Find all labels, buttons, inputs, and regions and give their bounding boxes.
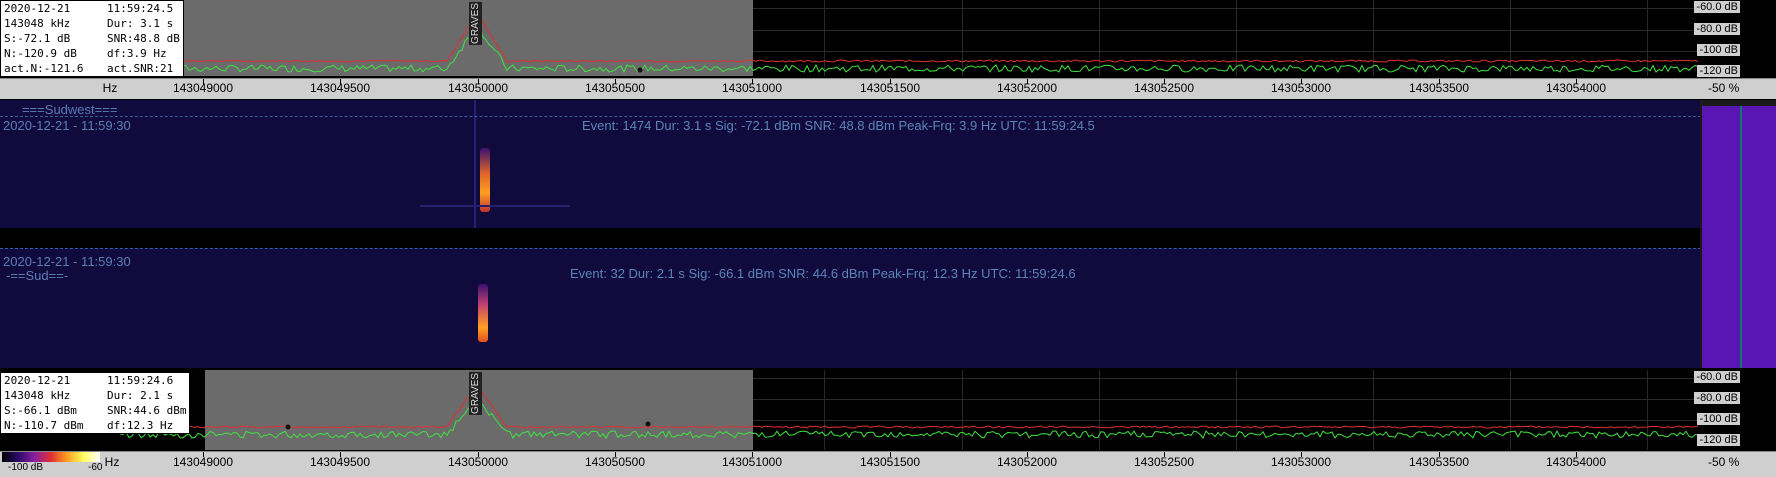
frequency-tick xyxy=(1576,452,1577,457)
frequency-tick-label: 143050000 xyxy=(447,455,509,469)
top-spectrum-trace xyxy=(119,12,1699,74)
frequency-tick-label: 143052500 xyxy=(1133,455,1195,469)
waterfall-timestamp: 2020-12-21 - 11:59:30 xyxy=(3,118,131,133)
frequency-tick xyxy=(752,79,753,84)
frequency-tick xyxy=(1301,452,1302,457)
frequency-tick xyxy=(1027,79,1028,84)
db-label: -120 dB xyxy=(1697,65,1740,77)
waterfall-station: -==Sud==- xyxy=(6,268,69,283)
top-spectrum-panel: GRAVES -60.0 dB -80.0 dB -100 dB -120 dB xyxy=(0,0,1776,77)
frequency-tick xyxy=(1439,79,1440,84)
frequency-tick xyxy=(478,452,479,457)
frequency-tick-label: 143052000 xyxy=(996,455,1058,469)
marker-dot xyxy=(285,424,291,430)
frequency-tick-label: 143053500 xyxy=(1408,455,1470,469)
event-summary: Event: 32 Dur: 2.1 s Sig: -66.1 dBm SNR:… xyxy=(570,266,1076,281)
bottom-frequency-scale: -100 dB -60 Hz 143049000 143049500 1430500… xyxy=(0,451,1776,477)
frequency-tick xyxy=(615,79,616,84)
bottom-info-box: 2020-12-21 11:59:24.6 143048 kHz Dur: 2.1 … xyxy=(0,372,191,434)
frequency-tick xyxy=(1301,79,1302,84)
top-frequency-scale: Hz 143049000 143049500 143050000 143050500 1… xyxy=(0,78,1776,99)
db-label: -80.0 dB xyxy=(1694,392,1740,404)
color-scale-bar xyxy=(2,452,100,462)
top-info-box: 2020-12-21 11:59:24.5 143048 kHz Dur: 3.1 … xyxy=(0,0,184,77)
unit-label: Hz xyxy=(104,455,120,469)
frequency-tick xyxy=(752,452,753,457)
level-side-strip xyxy=(1700,100,1776,368)
separator-line xyxy=(0,116,1776,117)
colorbar-min-label: -100 dB xyxy=(8,462,44,473)
marker-dot xyxy=(637,67,643,73)
frequency-tick xyxy=(1439,452,1440,457)
frequency-tick xyxy=(340,452,341,457)
event-summary: Event: 1474 Dur: 3.1 s Sig: -72.1 dBm SN… xyxy=(582,118,1095,133)
frequency-tick-label: 143051500 xyxy=(859,455,921,469)
graves-tag: GRAVES xyxy=(469,372,482,415)
frequency-tick xyxy=(1027,452,1028,457)
percent-label: -50 % xyxy=(1708,455,1740,469)
meteor-trace xyxy=(478,284,488,342)
frequency-tick-label: 143051000 xyxy=(721,455,783,469)
level-bar xyxy=(1702,106,1776,368)
faint-horizontal-band xyxy=(420,205,570,207)
colorbar-max-label: -60 xyxy=(88,462,103,473)
percent-label: -50 % xyxy=(1708,81,1740,95)
waterfall-station: ===Sudwest=== xyxy=(22,102,118,117)
bottom-spectrum-panel: GRAVES -60.0 dB -80.0 dB -100 dB -120 dB xyxy=(0,370,1776,450)
frequency-tick xyxy=(478,79,479,84)
frequency-tick-label: 143050500 xyxy=(584,455,646,469)
db-label: -120 dB xyxy=(1697,434,1740,446)
meteor-trace xyxy=(480,148,490,212)
frequency-tick-label: 143054000 xyxy=(1545,455,1607,469)
db-label: -80.0 dB xyxy=(1694,23,1740,35)
db-label: -60.0 dB xyxy=(1694,1,1740,13)
graves-tag: GRAVES xyxy=(469,2,482,45)
frequency-tick xyxy=(1576,79,1577,84)
level-marker xyxy=(1740,106,1742,368)
frequency-tick xyxy=(890,452,891,457)
waterfall-2: 2020-12-21 - 11:59:30 -==Sud==- Event: 3… xyxy=(0,248,1700,368)
waterfall-timestamp: 2020-12-21 - 11:59:30 xyxy=(3,254,131,269)
frequency-tick xyxy=(203,79,204,84)
frequency-tick-label: 143053000 xyxy=(1270,455,1332,469)
bottom-spectrum-trace xyxy=(119,384,1699,440)
unit-label: Hz xyxy=(102,81,118,95)
waterfall-1: ===Sudwest=== 2020-12-21 - 11:59:30 Even… xyxy=(0,100,1700,228)
db-label: -100 dB xyxy=(1697,413,1740,425)
frequency-tick xyxy=(890,79,891,84)
frequency-tick xyxy=(1164,79,1165,84)
frequency-tick xyxy=(340,79,341,84)
frequency-tick-label: 143049500 xyxy=(309,455,371,469)
marker-dot xyxy=(645,421,651,427)
frequency-tick xyxy=(615,452,616,457)
carrier-line xyxy=(474,100,476,228)
frequency-tick-label: 143049000 xyxy=(172,455,234,469)
separator-line xyxy=(0,248,1776,249)
db-label: -100 dB xyxy=(1697,44,1740,56)
frequency-tick xyxy=(1164,452,1165,457)
db-label: -60.0 dB xyxy=(1694,371,1740,383)
frequency-tick xyxy=(203,452,204,457)
